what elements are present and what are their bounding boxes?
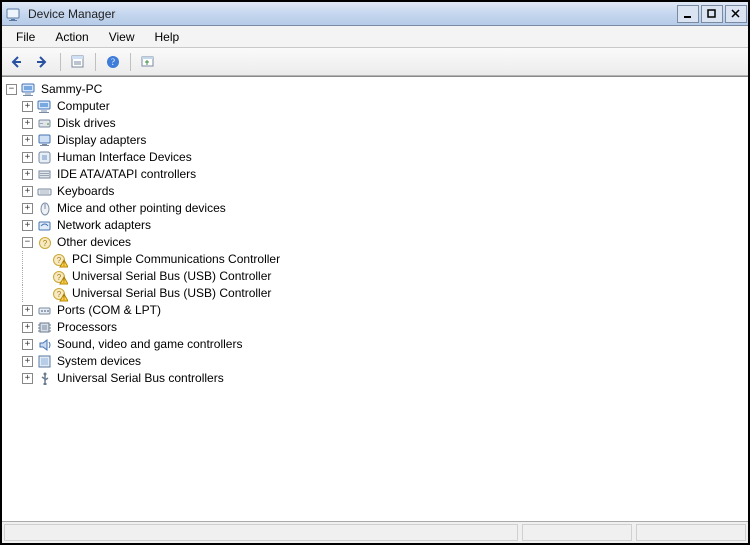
category-node[interactable]: Other devices bbox=[55, 234, 131, 251]
category-node[interactable]: Mice and other pointing devices bbox=[55, 200, 226, 217]
titlebar: Device Manager bbox=[2, 2, 748, 26]
expand-toggle[interactable]: + bbox=[22, 118, 33, 129]
toolbar-separator bbox=[95, 53, 96, 71]
expand-toggle[interactable]: + bbox=[22, 322, 33, 333]
category-node[interactable]: Display adapters bbox=[55, 132, 146, 149]
warning-device-icon bbox=[52, 286, 68, 302]
keyboard-icon bbox=[37, 184, 53, 200]
device-node[interactable]: Universal Serial Bus (USB) Controller bbox=[70, 268, 271, 285]
menubar: File Action View Help bbox=[2, 26, 748, 48]
expand-toggle[interactable]: + bbox=[22, 152, 33, 163]
computer-root-icon bbox=[21, 82, 37, 98]
maximize-button[interactable] bbox=[701, 5, 723, 23]
close-button[interactable] bbox=[725, 5, 747, 23]
warning-device-icon bbox=[52, 252, 68, 268]
expand-toggle[interactable]: + bbox=[22, 339, 33, 350]
sound-icon bbox=[37, 337, 53, 353]
properties-button[interactable] bbox=[67, 51, 89, 73]
category-node[interactable]: IDE ATA/ATAPI controllers bbox=[55, 166, 196, 183]
expand-toggle[interactable]: + bbox=[22, 101, 33, 112]
category-node[interactable]: Human Interface Devices bbox=[55, 149, 192, 166]
expand-toggle[interactable]: + bbox=[22, 169, 33, 180]
display-icon bbox=[37, 133, 53, 149]
category-node[interactable]: Keyboards bbox=[55, 183, 114, 200]
status-pane bbox=[636, 524, 746, 541]
device-tree-panel[interactable]: − Sammy-PC + Computer + Disk drives + Di… bbox=[2, 76, 748, 521]
category-node[interactable]: Sound, video and game controllers bbox=[55, 336, 242, 353]
category-node[interactable]: Network adapters bbox=[55, 217, 151, 234]
window-title: Device Manager bbox=[26, 7, 676, 21]
device-node[interactable]: Universal Serial Bus (USB) Controller bbox=[70, 285, 271, 302]
expand-toggle[interactable]: + bbox=[22, 305, 33, 316]
expand-toggle[interactable]: + bbox=[22, 186, 33, 197]
back-button[interactable] bbox=[6, 51, 28, 73]
system-icon bbox=[37, 354, 53, 370]
menu-view[interactable]: View bbox=[99, 28, 145, 46]
warning-device-icon bbox=[52, 269, 68, 285]
scan-hardware-button[interactable] bbox=[137, 51, 159, 73]
category-node[interactable]: Processors bbox=[55, 319, 117, 336]
statusbar bbox=[2, 521, 748, 543]
category-node[interactable]: System devices bbox=[55, 353, 141, 370]
device-node[interactable]: PCI Simple Communications Controller bbox=[70, 251, 280, 268]
status-pane bbox=[4, 524, 518, 541]
status-pane bbox=[522, 524, 632, 541]
expand-toggle[interactable]: + bbox=[22, 220, 33, 231]
category-node[interactable]: Disk drives bbox=[55, 115, 116, 132]
category-node[interactable]: Computer bbox=[55, 98, 110, 115]
root-node[interactable]: Sammy-PC bbox=[39, 81, 102, 98]
computer-icon bbox=[37, 99, 53, 115]
app-icon bbox=[6, 6, 22, 22]
category-node[interactable]: Universal Serial Bus controllers bbox=[55, 370, 224, 387]
expand-toggle[interactable]: + bbox=[22, 203, 33, 214]
mouse-icon bbox=[37, 201, 53, 217]
toolbar-separator bbox=[60, 53, 61, 71]
expand-toggle[interactable]: + bbox=[22, 373, 33, 384]
hid-icon bbox=[37, 150, 53, 166]
window-controls bbox=[676, 3, 748, 25]
expand-toggle[interactable]: + bbox=[22, 356, 33, 367]
other-icon bbox=[37, 235, 53, 251]
cpu-icon bbox=[37, 320, 53, 336]
disk-icon bbox=[37, 116, 53, 132]
usb-icon bbox=[37, 371, 53, 387]
expand-toggle[interactable]: + bbox=[22, 135, 33, 146]
help-button[interactable] bbox=[102, 51, 124, 73]
ide-icon bbox=[37, 167, 53, 183]
toolbar bbox=[2, 48, 748, 76]
menu-help[interactable]: Help bbox=[145, 28, 190, 46]
minimize-button[interactable] bbox=[677, 5, 699, 23]
menu-file[interactable]: File bbox=[6, 28, 45, 46]
port-icon bbox=[37, 303, 53, 319]
network-icon bbox=[37, 218, 53, 234]
forward-button[interactable] bbox=[32, 51, 54, 73]
toolbar-separator bbox=[130, 53, 131, 71]
collapse-toggle[interactable]: − bbox=[22, 237, 33, 248]
collapse-toggle[interactable]: − bbox=[6, 84, 17, 95]
category-node[interactable]: Ports (COM & LPT) bbox=[55, 302, 161, 319]
device-manager-window: Device Manager File Action View Help − S… bbox=[0, 0, 750, 545]
menu-action[interactable]: Action bbox=[45, 28, 98, 46]
